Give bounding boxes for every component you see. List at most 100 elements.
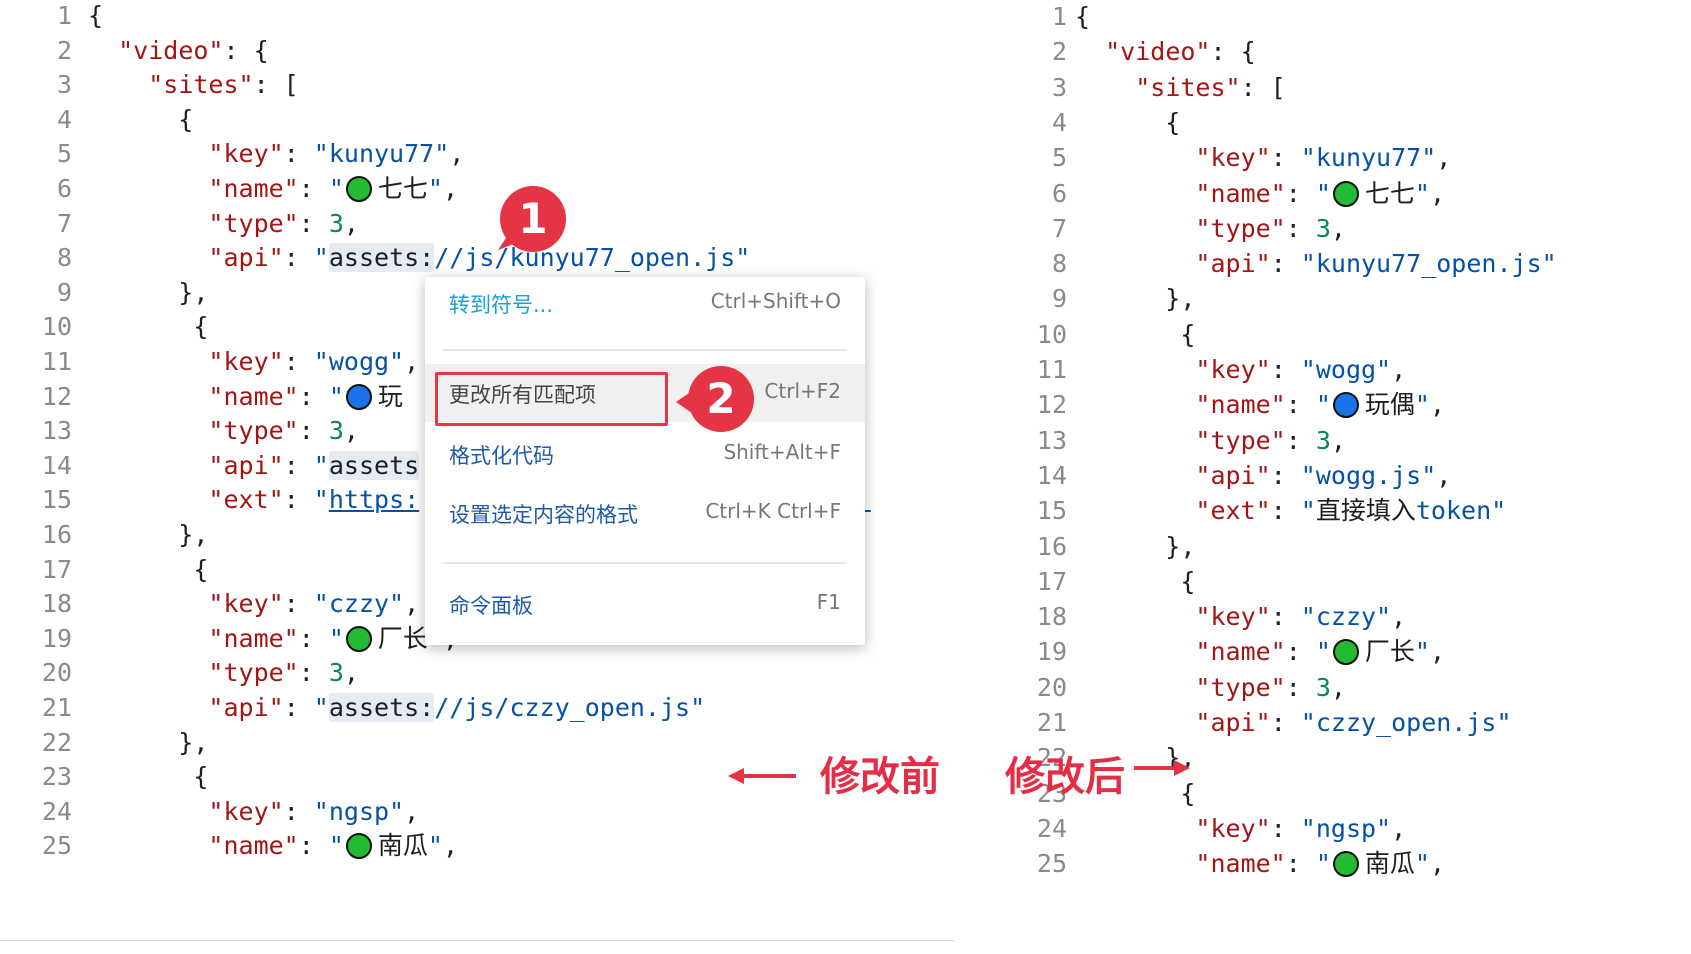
code-text[interactable]: "key": "czzy",	[88, 586, 419, 622]
code-text[interactable]: },	[1075, 529, 1195, 565]
code-text[interactable]: "type": 3,	[88, 655, 359, 691]
menu-item-format-document[interactable]: 格式化代码 Shift+Alt+F	[425, 428, 865, 480]
code-text[interactable]: },	[88, 275, 208, 311]
code-token: 玩偶	[1364, 390, 1415, 420]
menu-item-command-palette[interactable]: 命令面板 F1	[425, 578, 865, 630]
code-text[interactable]: {	[88, 552, 208, 588]
code-text[interactable]: },	[88, 725, 208, 761]
code-text[interactable]: "ext": "直接填入token"	[1075, 493, 1506, 529]
code-token: "	[1315, 178, 1331, 208]
code-token: ,	[1429, 637, 1446, 667]
code-text[interactable]: "name": " 玩	[88, 379, 403, 415]
code-text[interactable]: "type": 3,	[88, 413, 359, 449]
code-token: "key"	[208, 796, 284, 826]
line-number: 8	[1051, 249, 1067, 279]
status-dot-icon	[1332, 180, 1359, 207]
code-token: },	[88, 727, 209, 757]
code-line: 21 "api": "czzy_open.js"	[995, 705, 1691, 741]
code-text[interactable]: "sites": [	[1075, 70, 1286, 106]
code-line: 20 "type": 3,	[995, 670, 1691, 706]
code-line: 1{	[0, 0, 955, 34]
code-text[interactable]: {	[1075, 317, 1195, 353]
code-token: :	[1270, 496, 1301, 526]
code-token: {	[88, 554, 209, 584]
code-token: : {	[1210, 37, 1256, 67]
code-text[interactable]: "key": "ngsp",	[1075, 811, 1406, 847]
code-token: : [	[253, 70, 299, 100]
code-line: 7 "type": 3,	[0, 206, 955, 242]
code-line: 10 {	[995, 317, 1691, 353]
code-text[interactable]: "name": " 七七",	[1075, 176, 1445, 212]
code-token: {	[1075, 566, 1196, 596]
code-token: 直接填入	[1315, 496, 1416, 526]
code-text[interactable]: "name": "厂长",	[1075, 634, 1445, 670]
code-text[interactable]: "api": "kunyu77_open.js"	[1075, 246, 1556, 282]
code-token: ,	[1330, 213, 1346, 243]
code-text[interactable]: "api": "czzy_open.js"	[1075, 705, 1511, 741]
code-token: "api"	[1195, 249, 1271, 279]
menu-item-goto-symbol[interactable]: 转到符号... Ctrl+Shift+O	[425, 277, 865, 329]
code-text[interactable]: "key": "wogg",	[88, 344, 419, 380]
code-token: assets	[328, 450, 420, 480]
code-line: 12 "name": " 玩偶",	[995, 387, 1691, 423]
code-text[interactable]: {	[88, 759, 208, 795]
code-text[interactable]: "api": "assets	[88, 448, 420, 484]
code-text[interactable]: "type": 3,	[88, 206, 359, 242]
code-text[interactable]: "sites": [	[88, 67, 299, 103]
code-text[interactable]: "video": {	[1075, 34, 1256, 70]
code-text[interactable]: },	[88, 517, 208, 553]
menu-shortcut: F1	[816, 590, 841, 614]
code-text[interactable]: {	[88, 309, 208, 345]
code-text[interactable]: "type": 3,	[1075, 670, 1346, 706]
code-text[interactable]: "name": "厂长",	[88, 621, 458, 657]
code-text[interactable]: "type": 3,	[1075, 211, 1346, 247]
code-text[interactable]: {	[88, 102, 193, 138]
code-token: "type"	[208, 416, 299, 446]
code-text[interactable]: "key": "kunyu77",	[1075, 140, 1451, 176]
line-number: 7	[56, 208, 72, 238]
code-text[interactable]: {	[1075, 0, 1090, 35]
code-text[interactable]: "key": "czzy",	[1075, 599, 1406, 635]
code-token: "	[328, 381, 344, 411]
code-token: "wogg"	[1300, 355, 1392, 384]
code-token: https:	[328, 485, 420, 515]
code-text[interactable]: "api": "assets://js/kunyu77_open.js"	[88, 240, 750, 276]
code-text[interactable]: "video": {	[88, 33, 269, 69]
code-text[interactable]: "name": " 七七",	[88, 171, 458, 207]
code-text[interactable]: },	[1075, 281, 1195, 317]
code-text[interactable]: {	[1075, 105, 1180, 141]
code-text[interactable]: "name": " 南瓜",	[1075, 846, 1445, 882]
code-token: ,	[1429, 390, 1446, 420]
step-badge-2: 2	[688, 366, 754, 432]
code-token: 3	[328, 416, 344, 446]
code-text[interactable]: "name": " 南瓜",	[88, 828, 458, 864]
line-number: 24	[41, 796, 72, 826]
line-number: 14	[41, 450, 72, 480]
code-text[interactable]: "key": "wogg",	[1075, 352, 1406, 388]
menu-label: 命令面板	[449, 594, 533, 618]
menu-item-format-selection[interactable]: 设置选定内容的格式 Ctrl+K Ctrl+F	[425, 487, 865, 539]
code-token: "key"	[1195, 813, 1271, 843]
code-token: "api"	[208, 450, 284, 480]
code-text[interactable]: "api": "wogg.js",	[1075, 458, 1451, 494]
code-text[interactable]: {	[88, 0, 103, 34]
code-text[interactable]: "key": "kunyu77",	[88, 136, 464, 172]
code-line: 2 "video": {	[0, 33, 955, 69]
code-token: "	[313, 243, 329, 273]
code-text[interactable]: "type": 3,	[1075, 423, 1346, 459]
code-text[interactable]: "key": "ngsp",	[88, 794, 419, 830]
code-text[interactable]: "api": "assets://js/czzy_open.js"	[88, 690, 705, 726]
code-token: ,	[343, 658, 359, 688]
status-dot-icon	[345, 833, 372, 860]
code-text[interactable]: "name": " 玩偶",	[1075, 387, 1445, 423]
code-text[interactable]: {	[1075, 564, 1195, 600]
